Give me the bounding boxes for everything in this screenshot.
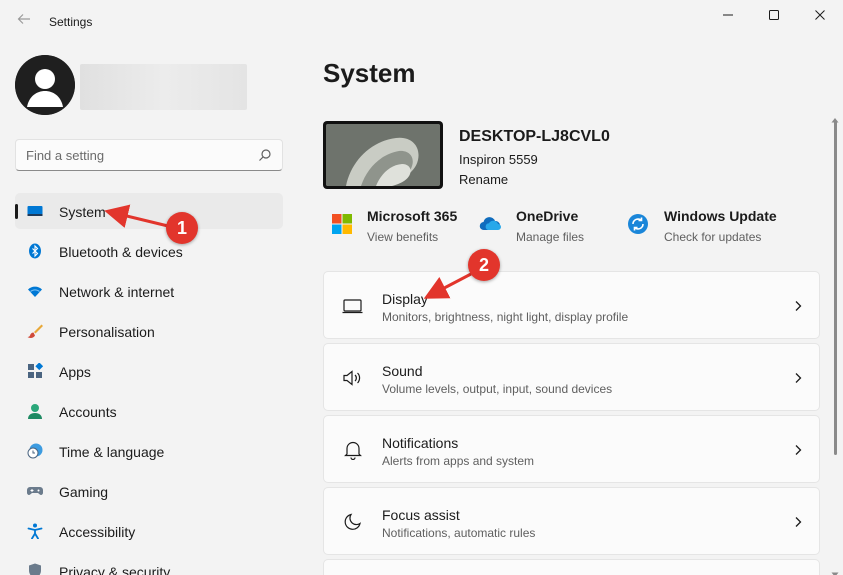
- settings-card-display[interactable]: Display Monitors, brightness, night ligh…: [323, 271, 820, 339]
- chevron-right-icon: [793, 442, 803, 458]
- sidebar-item-label: System: [59, 204, 106, 220]
- card-title: Display: [382, 291, 428, 307]
- cloud-icon: [479, 213, 501, 235]
- sidebar-item-label: Network & internet: [59, 284, 175, 300]
- scroll-up-arrow-icon[interactable]: [831, 110, 839, 123]
- bluetooth-icon: [27, 243, 43, 259]
- wifi-icon: [27, 283, 43, 299]
- search-icon[interactable]: [258, 148, 272, 162]
- sidebar-item-label: Personalisation: [59, 324, 155, 340]
- card-subtitle: Monitors, brightness, night light, displ…: [382, 310, 629, 324]
- gamepad-icon: [27, 483, 43, 499]
- sidebar-item-accessibility[interactable]: Accessibility: [15, 513, 283, 549]
- sidebar-item-label: Apps: [59, 364, 91, 380]
- sidebar-item-label: Time & language: [59, 444, 165, 460]
- quick-link-title: Windows Update: [664, 208, 777, 224]
- chevron-right-icon: [793, 514, 803, 530]
- moon-icon: [342, 512, 364, 532]
- system-display-icon: [27, 203, 43, 219]
- sidebar-item-privacy[interactable]: Privacy & security: [15, 553, 283, 575]
- sidebar-item-time-language[interactable]: Time & language: [15, 433, 283, 469]
- settings-card-next[interactable]: [323, 559, 820, 575]
- card-subtitle: Volume levels, output, input, sound devi…: [382, 382, 613, 396]
- sidebar-item-accounts[interactable]: Accounts: [15, 393, 283, 429]
- device-model: Inspiron 5559: [459, 152, 538, 167]
- sidebar-item-label: Gaming: [59, 484, 109, 500]
- minimize-icon[interactable]: [705, 0, 751, 30]
- settings-card-notifications[interactable]: Notifications Alerts from apps and syste…: [323, 415, 820, 483]
- back-arrow-icon[interactable]: [14, 12, 34, 32]
- sidebar-item-network[interactable]: Network & internet: [15, 273, 283, 309]
- device-name: DESKTOP-LJ8CVL0: [459, 128, 610, 145]
- app-title: Settings: [49, 15, 93, 29]
- rename-link[interactable]: Rename: [459, 172, 508, 187]
- annotation-badge-2: 2: [468, 249, 500, 281]
- quick-link-microsoft-365[interactable]: Microsoft 365 View benefits: [331, 208, 471, 248]
- settings-card-focus-assist[interactable]: Focus assist Notifications, automatic ru…: [323, 487, 820, 555]
- sidebar-item-label: Bluetooth & devices: [59, 244, 183, 260]
- shield-icon: [27, 563, 43, 575]
- settings-card-sound[interactable]: Sound Volume levels, output, input, soun…: [323, 343, 820, 411]
- card-title: Notifications: [382, 435, 459, 451]
- card-title: Focus assist: [382, 507, 460, 523]
- clock-globe-icon: [27, 443, 43, 459]
- scrollbar-thumb[interactable]: [834, 120, 837, 455]
- scroll-down-arrow-icon[interactable]: [831, 565, 839, 575]
- sidebar-item-bluetooth[interactable]: Bluetooth & devices: [15, 233, 283, 269]
- sidebar-item-apps[interactable]: Apps: [15, 353, 283, 389]
- quick-link-subtitle: View benefits: [367, 230, 439, 244]
- card-subtitle: Alerts from apps and system: [382, 454, 535, 468]
- card-title: Sound: [382, 363, 423, 379]
- annotation-badge-1: 1: [166, 212, 198, 244]
- close-icon[interactable]: [797, 0, 843, 30]
- quick-link-windows-update[interactable]: Windows Update Check for updates: [627, 208, 797, 248]
- sidebar-item-label: Privacy & security: [59, 564, 171, 575]
- sidebar-item-label: Accounts: [59, 404, 117, 420]
- account-icon: [27, 403, 43, 419]
- quick-link-onedrive[interactable]: OneDrive Manage files: [479, 208, 619, 248]
- chevron-right-icon: [793, 370, 803, 386]
- card-subtitle: Notifications, automatic rules: [382, 526, 536, 540]
- search-box[interactable]: [15, 139, 283, 171]
- quick-link-subtitle: Check for updates: [664, 230, 762, 244]
- user-avatar-icon[interactable]: [15, 55, 75, 115]
- chevron-right-icon: [793, 298, 803, 314]
- quick-link-title: OneDrive: [516, 208, 579, 224]
- speaker-icon: [342, 368, 364, 388]
- sidebar-item-personalisation[interactable]: Personalisation: [15, 313, 283, 349]
- monitor-icon: [342, 296, 364, 316]
- microsoft-logo-icon: [331, 213, 353, 235]
- sidebar-item-gaming[interactable]: Gaming: [15, 473, 283, 509]
- sidebar-item-label: Accessibility: [59, 524, 136, 540]
- active-indicator: [15, 204, 18, 219]
- bell-icon: [342, 440, 364, 461]
- accessibility-icon: [27, 523, 43, 540]
- brush-icon: [27, 323, 43, 339]
- search-input[interactable]: [26, 140, 246, 170]
- apps-icon: [27, 362, 44, 379]
- quick-link-subtitle: Manage files: [516, 230, 585, 244]
- sidebar-nav: System Bluetooth & devices Network & int…: [15, 193, 283, 575]
- update-sync-icon: [627, 213, 649, 235]
- user-info-blurred: [80, 64, 247, 110]
- title-bar: Settings: [0, 0, 843, 44]
- sidebar-item-system[interactable]: System: [15, 193, 283, 229]
- device-wallpaper-thumbnail: [323, 121, 443, 189]
- page-title: System: [323, 58, 416, 88]
- maximize-icon[interactable]: [751, 0, 797, 30]
- quick-link-title: Microsoft 365: [367, 208, 458, 224]
